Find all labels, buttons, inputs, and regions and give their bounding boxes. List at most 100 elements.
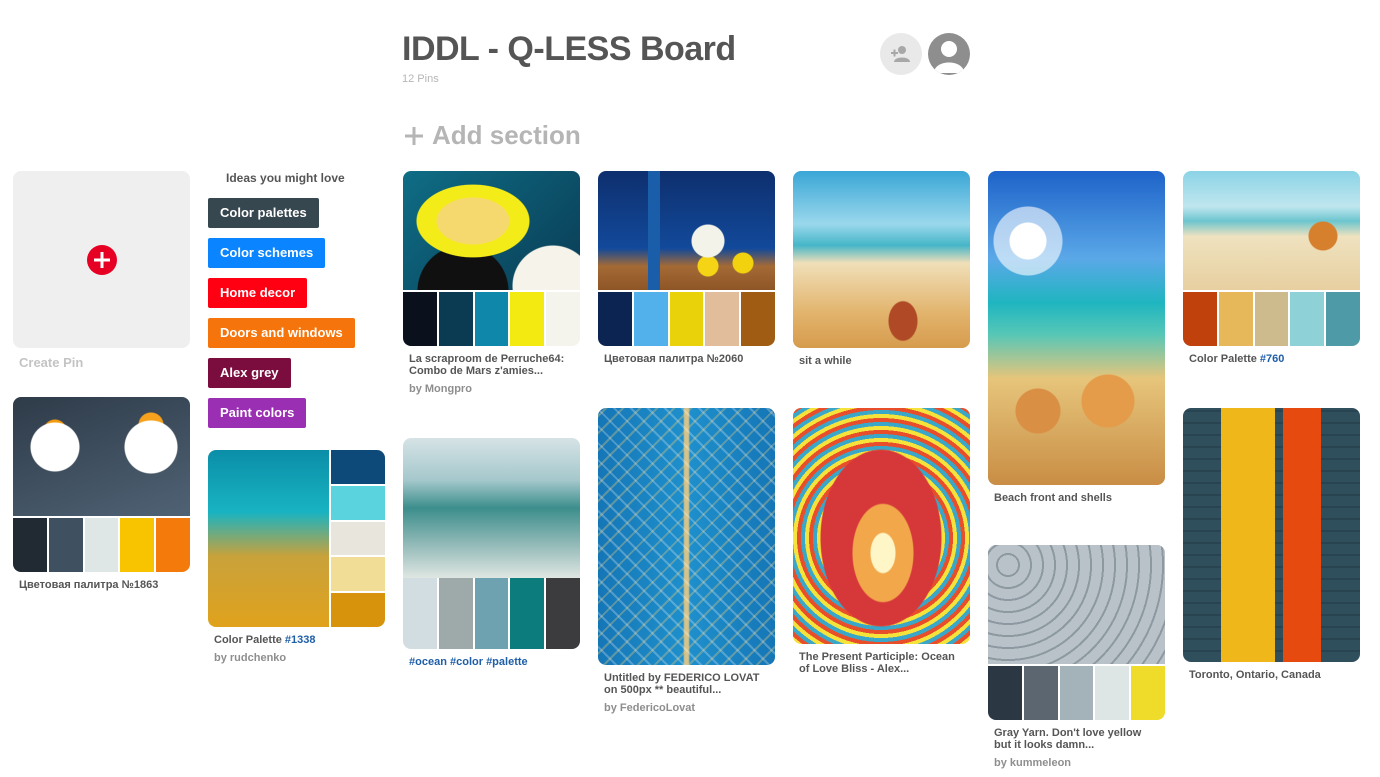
palette-swatch [331, 519, 385, 556]
chip-color-schemes[interactable]: Color schemes [208, 238, 326, 268]
pin-eggs[interactable]: Цветовая палитра №1863 [13, 397, 190, 591]
pin-image[interactable] [403, 171, 580, 346]
chip-paint-colors[interactable]: Paint colors [208, 398, 307, 428]
pin-alex-grey[interactable]: The Present Participle: Ocean of Love Bl… [793, 408, 970, 675]
color-palette [403, 290, 580, 346]
pin-ocean[interactable]: #ocean #color #palette [403, 438, 580, 668]
board-title: IDDL - Q-LESS Board [402, 30, 736, 68]
palette-swatch [403, 578, 439, 649]
chip-home-decor[interactable]: Home decor [208, 278, 308, 308]
pin-toronto[interactable]: Toronto, Ontario, Canada [1183, 408, 1360, 681]
color-palette [988, 664, 1165, 720]
ideas-title: Ideas you might love [226, 171, 345, 185]
pin-image[interactable] [793, 171, 970, 348]
chip-alex-grey[interactable]: Alex grey [208, 358, 291, 388]
pin-lemons[interactable]: Цветовая палитра №2060 [598, 171, 775, 365]
pin-sea-palette[interactable]: Color Palette #1338 by rudchenko [208, 450, 385, 664]
hashtag[interactable]: #ocean [409, 656, 447, 668]
pin-image[interactable] [208, 450, 385, 627]
pin-title: Color Palette #760 [1189, 353, 1285, 365]
pin-tags: #ocean #color #palette [409, 656, 574, 668]
add-section-label: Add section [432, 120, 581, 150]
palette-swatch [1254, 292, 1291, 346]
palette-swatch [156, 518, 190, 572]
pin-image[interactable] [13, 397, 190, 572]
color-palette [403, 578, 580, 649]
palette-swatch [120, 518, 157, 572]
palette-swatch [48, 518, 85, 572]
pin-starfish-beach[interactable]: Beach front and shells [988, 171, 1165, 504]
user-icon [934, 41, 964, 73]
palette-swatch [633, 292, 670, 346]
chip-color-palettes[interactable]: Color palettes [208, 198, 319, 228]
pin-blue-doors[interactable]: Untitled by FEDERICO LOVAT on 500px ** b… [598, 408, 775, 714]
hashtag[interactable]: #1338 [285, 634, 316, 646]
hashtag[interactable]: #760 [1260, 353, 1284, 365]
palette-swatch [705, 292, 742, 346]
palette-swatch [331, 483, 385, 520]
pin-author[interactable]: by rudchenko [214, 652, 379, 664]
avatar[interactable] [928, 33, 970, 75]
pin-yellow-cups[interactable]: La scraproom de Perruche64: Combo de Mar… [403, 171, 580, 395]
pin-title: Untitled by FEDERICO LOVAT on 500px ** b… [604, 672, 760, 696]
palette-swatch [403, 292, 439, 346]
add-pin-icon [86, 244, 117, 275]
pin-title: Gray Yarn. Don't love yellow but it look… [994, 727, 1142, 751]
palette-swatch [510, 578, 547, 649]
chip-doors-and-windows[interactable]: Doors and windows [208, 318, 355, 348]
pin-image[interactable] [403, 438, 580, 649]
color-palette [13, 516, 190, 572]
add-person-icon [891, 46, 910, 62]
hashtag[interactable]: #palette [486, 656, 528, 668]
pin-palette-760[interactable]: Color Palette #760 [1183, 171, 1360, 365]
plus-icon [405, 126, 423, 145]
pin-image[interactable] [1183, 171, 1360, 346]
palette-swatch [331, 555, 385, 592]
palette-swatch [1023, 666, 1060, 720]
pin-gray-yarn[interactable]: Gray Yarn. Don't love yellow but it look… [988, 545, 1165, 769]
palette-swatch [1290, 292, 1327, 346]
hashtag[interactable]: #color [450, 656, 483, 668]
pin-title: Цветовая палитра №1863 [19, 579, 159, 591]
create-pin-card[interactable] [13, 171, 190, 348]
palette-swatch [84, 518, 121, 572]
add-section-button[interactable]: Add section [404, 120, 581, 151]
color-palette [1183, 290, 1360, 346]
palette-swatch [331, 450, 385, 484]
pin-image[interactable] [988, 171, 1165, 485]
pin-image[interactable] [598, 171, 775, 346]
pin-beach-chair[interactable]: sit a while [793, 171, 970, 367]
palette-swatch [1095, 666, 1132, 720]
pin-title: Color Palette #1338 [214, 634, 316, 646]
palette-swatch [598, 292, 634, 346]
palette-swatch [1326, 292, 1360, 346]
pin-image[interactable] [793, 408, 970, 644]
palette-swatch [331, 591, 385, 627]
pin-image[interactable] [988, 545, 1165, 720]
palette-swatch [1059, 666, 1096, 720]
add-collaborator-button[interactable] [880, 33, 922, 75]
palette-swatch [988, 666, 1024, 720]
pin-title: La scraproom de Perruche64: Combo de Mar… [409, 353, 565, 377]
palette-swatch [438, 292, 475, 346]
pin-image[interactable] [598, 408, 775, 665]
pin-title: Beach front and shells [994, 492, 1112, 504]
palette-swatch [1183, 292, 1219, 346]
palette-swatch [474, 292, 511, 346]
palette-swatch [438, 578, 475, 649]
pin-author[interactable]: by FedericoLovat [604, 702, 769, 714]
palette-swatch [546, 578, 580, 649]
pin-image[interactable] [1183, 408, 1360, 662]
color-palette [329, 450, 385, 627]
palette-swatch [510, 292, 547, 346]
palette-swatch [1131, 666, 1165, 720]
palette-swatch [669, 292, 706, 346]
palette-swatch [546, 292, 580, 346]
pin-author[interactable]: by kummeleon [994, 757, 1159, 769]
palette-swatch [741, 292, 775, 346]
pin-title: Цветовая палитра №2060 [604, 353, 744, 365]
palette-swatch [13, 518, 49, 572]
color-palette [598, 290, 775, 346]
pin-title: Toronto, Ontario, Canada [1189, 669, 1321, 681]
pin-author[interactable]: by Mongpro [409, 383, 574, 395]
